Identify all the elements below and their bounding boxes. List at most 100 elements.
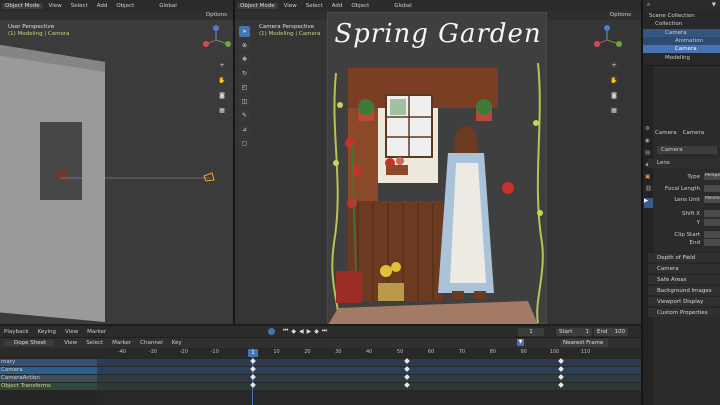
breadcrumb-data: Camera bbox=[682, 130, 705, 136]
camera-data-name-field[interactable]: Camera bbox=[657, 146, 717, 154]
jump-start-icon[interactable]: ⏮ bbox=[283, 327, 288, 335]
rotate-tool-icon[interactable]: ↻ bbox=[239, 68, 250, 79]
orientation-dropdown-right[interactable]: Global bbox=[394, 3, 412, 9]
frame-tick-label: 80 bbox=[489, 349, 496, 355]
channel-row[interactable]: CameraAction bbox=[0, 375, 97, 382]
frame-tick-label: -20 bbox=[179, 349, 188, 355]
camera-viewport[interactable]: Object Mode View Select Add Object Globa… bbox=[235, 0, 641, 324]
outliner-item-camera-object[interactable]: Camera bbox=[643, 45, 720, 53]
menu-view-right[interactable]: View bbox=[284, 3, 297, 9]
zoom-icon-right[interactable]: + bbox=[609, 60, 619, 70]
mode-dropdown-right[interactable]: Object Mode bbox=[237, 2, 278, 9]
prop-focal-field[interactable] bbox=[704, 185, 720, 192]
outliner-item-scene[interactable]: Scene Collection bbox=[649, 13, 695, 19]
menu-add-right[interactable]: Add bbox=[332, 3, 343, 9]
scale-tool-icon[interactable]: ◰ bbox=[239, 82, 250, 93]
filter-funnel-icon[interactable]: ▼ bbox=[517, 339, 524, 346]
frame-tick-label: 20 bbox=[304, 349, 311, 355]
scene-3d bbox=[0, 44, 215, 322]
record-icon[interactable] bbox=[268, 327, 275, 335]
output-tab-icon[interactable]: ▤ bbox=[645, 150, 650, 156]
grid-icon-right[interactable]: ▦ bbox=[609, 105, 619, 115]
frame-tick-label: 70 bbox=[458, 349, 466, 355]
channel-region: mary Camera CameraAction Object Transfor… bbox=[0, 348, 97, 405]
timeline-menu-playback[interactable]: Playback bbox=[4, 329, 29, 335]
prop-type-label: Type bbox=[687, 174, 700, 180]
outliner-item-modeling[interactable]: Modeling bbox=[665, 55, 690, 61]
cursor-tool-icon[interactable]: ⊕ bbox=[239, 40, 250, 51]
channel-row[interactable]: mary bbox=[0, 359, 97, 366]
dopesheet-mode-dropdown[interactable]: Dope Sheet bbox=[4, 340, 55, 346]
lens-panel-header[interactable]: Lens bbox=[648, 159, 720, 168]
frame-tick-label: 90 bbox=[520, 349, 527, 355]
menu-select-right[interactable]: Select bbox=[306, 3, 323, 9]
panel-safe-areas[interactable]: Safe Areas bbox=[648, 274, 720, 284]
panel-background-images[interactable]: Background Images bbox=[648, 285, 720, 295]
ds-menu-key[interactable]: Key bbox=[172, 340, 182, 346]
annotate-tool-icon[interactable]: ✎ bbox=[239, 110, 250, 121]
jump-end-icon[interactable]: ⏭ bbox=[322, 327, 327, 335]
outliner-item-camera-collection[interactable]: Camera bbox=[643, 29, 720, 37]
object-tab-icon[interactable]: ▣ bbox=[645, 174, 650, 180]
select-tool-icon[interactable]: ➤ bbox=[239, 26, 250, 37]
ds-menu-select[interactable]: Select bbox=[86, 340, 103, 346]
current-frame-field[interactable]: 1 bbox=[518, 328, 544, 336]
panel-depth-of-field[interactable]: Depth of Field bbox=[648, 252, 720, 262]
playback-controls: ⏮ ◆ ◀ ▶ ◆ ⏭ bbox=[268, 327, 327, 335]
prop-shifty-field[interactable] bbox=[704, 219, 720, 226]
constraint-tab-icon[interactable]: ⛓ bbox=[645, 186, 652, 192]
transform-tool-icon[interactable]: ◫ bbox=[239, 96, 250, 107]
prev-key-icon[interactable]: ◆ bbox=[291, 328, 296, 335]
end-frame-field[interactable]: End 100 bbox=[594, 328, 628, 336]
panel-viewport-display[interactable]: Viewport Display bbox=[648, 296, 720, 306]
menu-object-right[interactable]: Object bbox=[351, 3, 369, 9]
outliner-item-collection[interactable]: Collection bbox=[655, 21, 682, 27]
camera-data-tab-icon[interactable]: ▶ bbox=[644, 198, 653, 208]
timeline-menu-view[interactable]: View bbox=[65, 329, 78, 335]
outliner[interactable]: ⌕ ▼ Scene Collection Collection Camera A… bbox=[643, 0, 720, 65]
add-cube-icon[interactable]: ▢ bbox=[239, 138, 250, 149]
filter-icon[interactable]: ▼ bbox=[712, 2, 716, 8]
left-viewport[interactable]: Object Mode View Select Add Object Globa… bbox=[0, 0, 233, 324]
ds-menu-channel[interactable]: Channel bbox=[140, 340, 163, 346]
prop-clipend-field[interactable] bbox=[704, 239, 720, 246]
frame-tick-label: 50 bbox=[396, 349, 404, 355]
axis-gizmo-right[interactable] bbox=[591, 24, 623, 56]
panel-custom-properties[interactable]: Custom Properties bbox=[648, 307, 720, 317]
timeline-menu-keying[interactable]: Keying bbox=[38, 329, 56, 335]
right-nav-controls: + ✋ ◙ ▦ bbox=[609, 60, 619, 120]
ds-menu-view[interactable]: View bbox=[64, 340, 77, 346]
timeline-menu-marker[interactable]: Marker bbox=[87, 329, 106, 335]
play-reverse-icon[interactable]: ◀ bbox=[299, 328, 304, 335]
outliner-item-animation[interactable]: Animation bbox=[643, 37, 720, 45]
frame-tick-label: 30 bbox=[335, 349, 342, 355]
play-icon[interactable]: ▶ bbox=[307, 328, 312, 335]
move-tool-icon[interactable]: ✥ bbox=[239, 54, 250, 65]
frame-tick-label: 110 bbox=[580, 349, 591, 355]
dopesheet-header: Dope Sheet View Select Marker Channel Ke… bbox=[0, 338, 641, 348]
outliner-search-icon[interactable]: ⌕ bbox=[647, 2, 650, 9]
channel-row[interactable]: Object Transforms bbox=[0, 383, 97, 390]
prop-shiftx-field[interactable] bbox=[704, 210, 720, 217]
start-frame-field[interactable]: Start 1 bbox=[556, 328, 592, 336]
options-button-right[interactable]: Options bbox=[610, 12, 631, 18]
frame-tick-label: 100 bbox=[549, 349, 560, 355]
render-tab-icon[interactable]: ◉ bbox=[645, 138, 650, 144]
camera-view-icon-right[interactable]: ◙ bbox=[609, 90, 619, 100]
toolbar: ➤ ⊕ ✥ ↻ ◰ ◫ ✎ ⊿ ▢ bbox=[239, 26, 250, 152]
ds-menu-marker[interactable]: Marker bbox=[112, 340, 131, 346]
channel-row[interactable]: Camera bbox=[0, 367, 97, 374]
frame-tick-label: -10 bbox=[210, 349, 219, 355]
prop-lensunit-field[interactable]: Millime bbox=[704, 196, 720, 203]
prop-type-field[interactable]: Perspe bbox=[704, 173, 720, 180]
properties-breadcrumb: Camera Camera bbox=[655, 130, 704, 136]
frame-tick-label: -30 bbox=[148, 349, 157, 355]
next-key-icon[interactable]: ◆ bbox=[314, 328, 319, 335]
measure-tool-icon[interactable]: ⊿ bbox=[239, 124, 250, 135]
panel-camera[interactable]: Camera bbox=[648, 263, 720, 273]
current-frame-indicator[interactable]: 1 bbox=[248, 349, 258, 357]
hand-icon-right[interactable]: ✋ bbox=[609, 75, 619, 85]
interpolation-dropdown[interactable]: Nearest Frame bbox=[560, 339, 608, 347]
prop-clipstart-field[interactable] bbox=[704, 231, 720, 238]
tool-tab-icon[interactable]: ⚙ bbox=[645, 126, 650, 132]
